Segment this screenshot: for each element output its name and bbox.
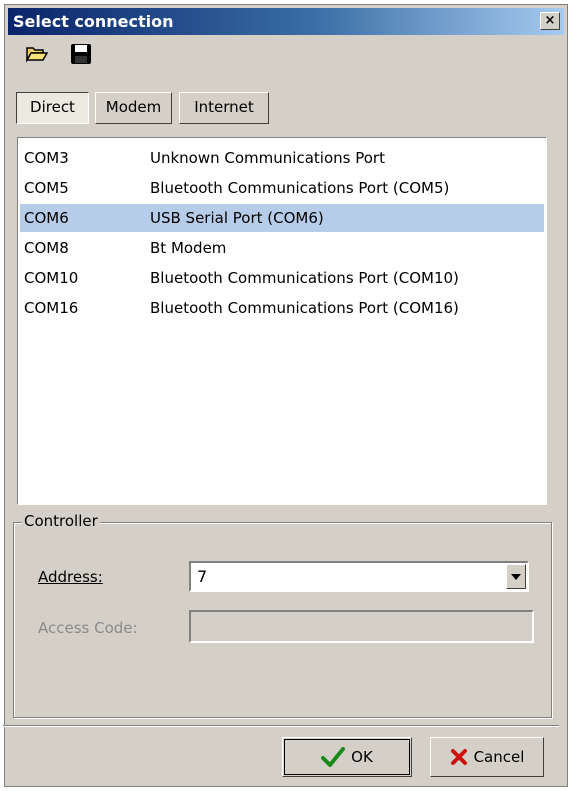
list-item[interactable]: COM10 Bluetooth Communications Port (COM… — [20, 264, 544, 292]
tab-modem[interactable]: Modem — [95, 92, 172, 124]
access-code-label: Access Code: — [38, 619, 138, 637]
close-button[interactable]: × — [540, 12, 560, 30]
access-code-field — [189, 610, 534, 643]
close-icon: × — [544, 13, 556, 28]
list-item[interactable]: COM5 Bluetooth Communications Port (COM5… — [20, 174, 544, 202]
cancel-button[interactable]: Cancel — [430, 737, 544, 777]
check-icon — [321, 747, 346, 767]
address-value: 7 — [197, 567, 208, 586]
dropdown-arrow-button[interactable] — [506, 564, 526, 589]
address-dropdown[interactable]: 7 — [189, 561, 529, 592]
floppy-save-icon — [70, 43, 92, 69]
address-label: Address: — [38, 568, 103, 586]
open-button[interactable] — [25, 44, 49, 68]
chevron-down-icon — [511, 574, 521, 580]
list-item-selected[interactable]: COM6 USB Serial Port (COM6) — [20, 204, 544, 232]
controller-group-label: Controller — [22, 512, 100, 530]
title-bar[interactable]: Select connection × — [8, 8, 564, 35]
tab-internet[interactable]: Internet — [179, 92, 269, 124]
folder-open-icon — [25, 45, 49, 67]
list-item[interactable]: COM8 Bt Modem — [20, 234, 544, 262]
close-x-icon — [450, 748, 468, 766]
list-item[interactable]: COM16 Bluetooth Communications Port (COM… — [20, 294, 544, 322]
window-title: Select connection — [13, 12, 174, 31]
list-item[interactable]: COM3 Unknown Communications Port — [20, 144, 544, 172]
ok-button[interactable]: OK — [282, 737, 412, 777]
divider — [3, 725, 559, 727]
tab-direct[interactable]: Direct — [16, 92, 89, 124]
port-list[interactable]: COM3 Unknown Communications Port COM5 Bl… — [17, 137, 547, 505]
save-button[interactable] — [69, 44, 93, 68]
